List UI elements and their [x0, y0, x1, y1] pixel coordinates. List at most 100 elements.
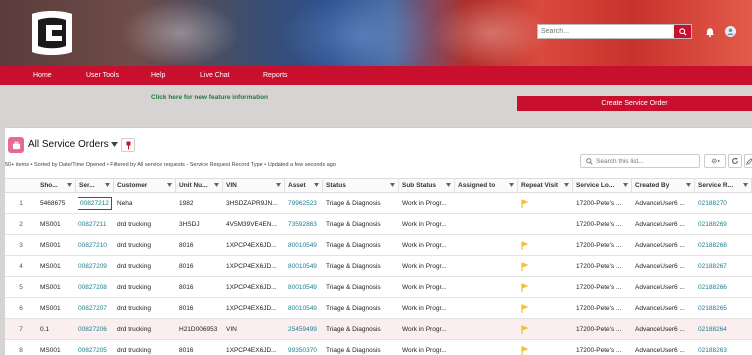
chevron-down-icon[interactable] — [743, 183, 748, 187]
column-header[interactable]: Asset — [285, 179, 323, 192]
asset-link-text[interactable]: 80010549 — [288, 305, 317, 312]
service-order-link[interactable]: 00827208 — [78, 277, 114, 297]
column-header[interactable]: Unit Nu... — [176, 179, 223, 192]
service-request-link[interactable]: 02188265 — [698, 298, 752, 318]
column-header[interactable]: Created By — [632, 179, 695, 192]
service-request-link[interactable]: 02188268 — [698, 235, 752, 255]
service-order-link[interactable]: 00827212 — [78, 193, 114, 213]
column-header[interactable]: Service R... — [695, 179, 752, 192]
table-row[interactable]: 7 0.1 00827206 drd trucking H21D006953 VIN 254… — [5, 319, 752, 340]
asset-link-text[interactable]: 79962523 — [288, 200, 317, 207]
asset-link[interactable]: 79962523 — [288, 193, 323, 213]
service-request-link-text[interactable]: 02188265 — [698, 305, 727, 312]
service-order-link-text[interactable]: 00827209 — [78, 263, 107, 270]
asset-link-text[interactable]: 99350370 — [288, 347, 317, 354]
chevron-down-icon[interactable] — [509, 183, 514, 187]
cummins-logo[interactable] — [28, 8, 76, 58]
edit-list-button[interactable] — [744, 154, 752, 168]
service-request-link-text[interactable]: 02188264 — [698, 326, 727, 333]
table-row[interactable]: 1 5468675 00827212 Neha 1982 3HSDZAPR9JN... 79… — [5, 193, 752, 214]
service-request-link-text[interactable]: 02188268 — [698, 242, 727, 249]
create-service-order-button[interactable]: Create Service Order — [517, 96, 752, 111]
list-search[interactable] — [580, 154, 700, 168]
chevron-down-icon[interactable] — [167, 183, 172, 187]
pin-list-button[interactable] — [121, 138, 135, 152]
asset-link[interactable]: 80010549 — [288, 277, 323, 297]
asset-link[interactable]: 99350370 — [288, 340, 323, 355]
refresh-button[interactable] — [728, 154, 742, 168]
table-row[interactable]: 3 MS001 00827210 drd trucking 8016 1XPCP4EX6J… — [5, 235, 752, 256]
table-row[interactable]: 6 MS001 00827207 drd trucking 8016 1XPCP4EX6J… — [5, 298, 752, 319]
service-request-link-text[interactable]: 02188263 — [698, 347, 727, 354]
global-search-input[interactable] — [538, 25, 675, 38]
service-request-link-text[interactable]: 02188267 — [698, 263, 727, 270]
service-order-link-text[interactable]: 00827208 — [78, 284, 107, 291]
column-header[interactable]: Assigned to — [455, 179, 518, 192]
nav-item-reports[interactable]: Reports — [263, 72, 288, 79]
column-header[interactable]: VIN — [223, 179, 285, 192]
chevron-down-icon[interactable] — [686, 183, 691, 187]
list-settings-button[interactable] — [704, 154, 726, 168]
asset-link[interactable]: 73592863 — [288, 214, 323, 234]
service-order-link-text[interactable]: 00827205 — [78, 347, 107, 354]
asset-link[interactable]: 80010549 — [288, 298, 323, 318]
service-request-link[interactable]: 02188270 — [698, 193, 752, 213]
nav-item-live-chat[interactable]: Live Chat — [200, 72, 230, 79]
asset-link-text[interactable]: 80010549 — [288, 263, 317, 270]
service-request-link[interactable]: 02188267 — [698, 256, 752, 276]
new-feature-link[interactable]: Click here for new feature information — [151, 94, 268, 101]
service-order-link[interactable]: 00827206 — [78, 319, 114, 339]
table-row[interactable]: 5 MS001 00827208 drd trucking 8016 1XPCP4EX6J… — [5, 277, 752, 298]
chevron-down-icon[interactable] — [564, 183, 569, 187]
service-order-link-text[interactable]: 00827212 — [78, 196, 112, 210]
column-header[interactable]: Ser... — [76, 179, 114, 192]
notification-bell-icon[interactable] — [705, 27, 715, 37]
service-order-link[interactable]: 00827205 — [78, 340, 114, 355]
service-order-link-text[interactable]: 00827210 — [78, 242, 107, 249]
service-request-link-text[interactable]: 02188266 — [698, 284, 727, 291]
nav-item-home[interactable]: Home — [33, 72, 52, 79]
column-header[interactable]: Sho... — [37, 179, 76, 192]
list-search-input[interactable] — [596, 156, 696, 167]
service-order-link[interactable]: 00827209 — [78, 256, 114, 276]
service-order-link-text[interactable]: 00827211 — [78, 221, 106, 228]
service-order-link[interactable]: 00827210 — [78, 235, 114, 255]
chevron-down-icon[interactable] — [390, 183, 395, 187]
asset-link-text[interactable]: 80010549 — [288, 242, 317, 249]
service-order-link-text[interactable]: 00827206 — [78, 326, 107, 333]
chevron-down-icon[interactable] — [214, 183, 219, 187]
column-header[interactable]: Repeat Visit — [518, 179, 573, 192]
asset-link[interactable]: 80010549 — [288, 256, 323, 276]
asset-link-text[interactable]: 80010549 — [288, 284, 317, 291]
service-request-link[interactable]: 02188269 — [698, 214, 752, 234]
chevron-down-icon[interactable] — [276, 183, 281, 187]
chevron-down-icon[interactable] — [314, 183, 319, 187]
service-order-link[interactable]: 00827211 — [78, 214, 114, 234]
asset-link-text[interactable]: 25459499 — [288, 326, 317, 333]
global-search[interactable] — [537, 24, 692, 39]
chevron-down-icon[interactable] — [623, 183, 628, 187]
service-request-link[interactable]: 02188263 — [698, 340, 752, 355]
chevron-down-icon[interactable] — [67, 183, 72, 187]
service-request-link[interactable]: 02188266 — [698, 277, 752, 297]
column-header[interactable]: Sub Status — [399, 179, 455, 192]
column-header[interactable]: Customer — [114, 179, 176, 192]
service-request-link-text[interactable]: 02188270 — [698, 200, 727, 207]
service-request-link[interactable]: 02188264 — [698, 319, 752, 339]
chevron-down-icon[interactable] — [446, 183, 451, 187]
service-request-link-text[interactable]: 02188269 — [698, 221, 727, 228]
search-button[interactable] — [674, 25, 691, 38]
column-header[interactable]: Status — [323, 179, 399, 192]
asset-link[interactable]: 80010549 — [288, 235, 323, 255]
column-header[interactable]: Service Lo... — [573, 179, 632, 192]
table-row[interactable]: 8 MS001 00827205 drd trucking 8016 1XPCP4EX6J… — [5, 340, 752, 355]
asset-link-text[interactable]: 73592863 — [288, 221, 317, 228]
table-row[interactable]: 4 MS001 00827209 drd trucking 8016 1XPCP4EX6J… — [5, 256, 752, 277]
nav-item-help[interactable]: Help — [151, 72, 165, 79]
asset-link[interactable]: 25459499 — [288, 319, 323, 339]
chevron-down-icon[interactable] — [105, 183, 110, 187]
list-view-title[interactable]: All Service Orders — [28, 139, 109, 150]
user-avatar[interactable] — [725, 26, 736, 37]
nav-item-user-tools[interactable]: User Tools — [86, 72, 119, 79]
service-order-link-text[interactable]: 00827207 — [78, 305, 107, 312]
